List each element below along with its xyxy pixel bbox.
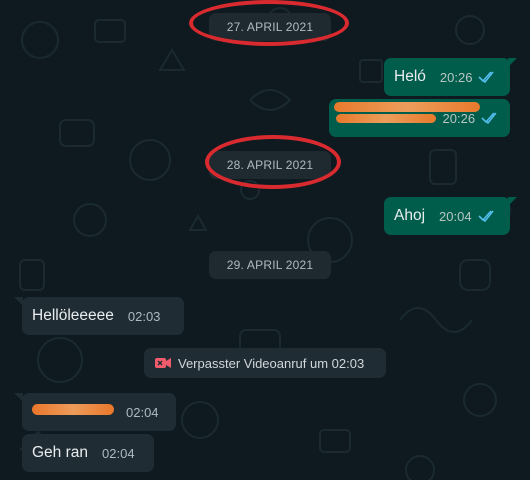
bubble-tail [14,297,23,306]
bubble-tail [508,58,517,67]
bubble-tail [14,393,23,402]
incoming-message[interactable]: Geh ran 02:04 [22,434,154,472]
message-time: 20:26 [439,69,473,85]
message-time: 02:04 [102,445,135,461]
missed-call-text: Verpasster Videoanruf um 02:03 [178,355,365,371]
double-check-read-icon [478,71,495,83]
date-divider: 27. APRIL 2021 [209,13,331,41]
date-divider: 28. APRIL 2021 [209,151,331,179]
message-text: Heló [394,68,426,85]
redaction-mark [334,102,480,112]
message-text: Geh ran [32,444,89,461]
message-time: 02:04 [126,404,159,420]
missed-video-call-notice[interactable]: Verpasster Videoanruf um 02:03 [144,348,386,378]
message-time: 02:03 [127,308,161,324]
bubble-tail [508,197,517,206]
double-check-read-icon [481,112,497,124]
message-time: 20:26 [442,110,476,126]
message-text: Hellöleeeee [32,307,114,324]
incoming-message[interactable]: Hellöleeeee 02:03 [22,297,184,335]
double-check-read-icon [478,210,494,222]
redaction-mark [336,114,436,123]
message-time: 20:04 [439,208,472,224]
date-divider: 29. APRIL 2021 [209,251,331,279]
outgoing-message[interactable]: Ahoj 20:04 [384,197,510,235]
missed-video-call-icon [155,358,171,368]
redaction-mark [32,404,114,415]
message-text: Ahoj [394,207,426,224]
outgoing-message[interactable]: Heló 20:26 [384,58,510,96]
